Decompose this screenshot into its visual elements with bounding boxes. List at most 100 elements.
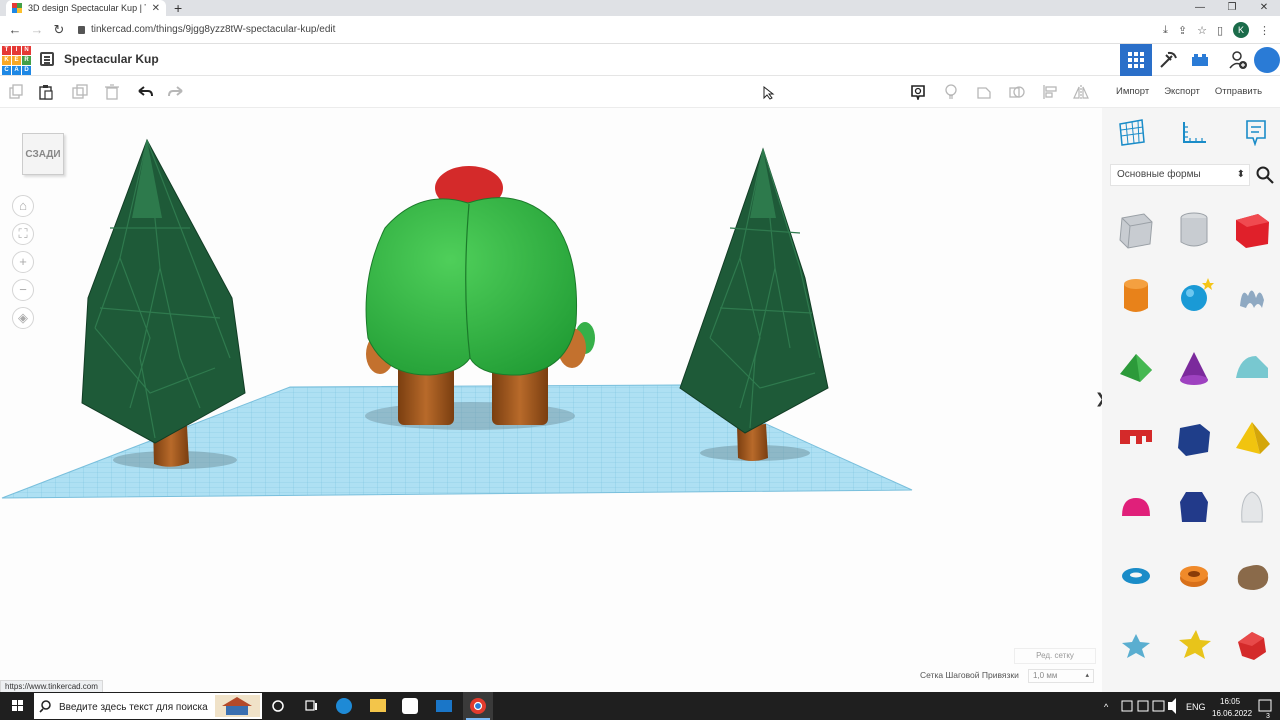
snap-grid-select[interactable]: 1,0 мм (1028, 669, 1094, 683)
add-user-icon[interactable] (1228, 50, 1248, 70)
shape-star-gold[interactable] (1174, 626, 1214, 666)
shape-rock[interactable] (1232, 556, 1272, 596)
screen: 3D design Spectacular Kup | Tinkercad ✕ … (0, 0, 1280, 720)
design-list-icon[interactable] (40, 52, 54, 66)
blocks-view-button[interactable] (1152, 44, 1184, 76)
mail-icon[interactable] (436, 700, 452, 712)
shape-torus[interactable] (1116, 556, 1156, 596)
tinkercad-header: T I N K E R C A D Spectacular Kup (0, 44, 1280, 76)
window-controls: — ❐ ✕ (1184, 0, 1280, 16)
ruler-icon[interactable] (1180, 118, 1208, 146)
ungroup-icon[interactable] (1009, 84, 1025, 100)
redo-icon[interactable] (168, 84, 184, 100)
logo-letter: C (2, 66, 11, 75)
forward-icon[interactable]: → (26, 22, 48, 37)
notification-count: 3 (1266, 713, 1270, 720)
undo-icon[interactable] (137, 84, 153, 100)
pickaxe-icon (1160, 51, 1177, 68)
edit-toolbar (0, 76, 1102, 108)
copy-icon[interactable] (8, 84, 24, 100)
group-icon[interactable] (976, 84, 992, 100)
align-icon[interactable] (1042, 84, 1058, 100)
tray-language[interactable]: ENG (1186, 702, 1206, 712)
sidepanel-icon[interactable]: ▯ (1217, 24, 1223, 37)
lock-icon (78, 25, 85, 34)
shape-pyramid[interactable] (1232, 418, 1272, 458)
shape-box-hole[interactable] (1116, 210, 1156, 250)
new-tab-icon[interactable]: + (174, 0, 182, 16)
shape-icosahedron[interactable] (1232, 626, 1272, 666)
sidebar-tools (1102, 108, 1280, 158)
tray-date[interactable]: 16.06.2022 (1212, 709, 1253, 718)
store-icon[interactable] (402, 698, 418, 714)
url-field[interactable]: tinkercad.com/things/9jgg8yzz8tW-spectac… (78, 24, 335, 35)
taskbar-search-placeholder: Введите здесь текст для поиска (59, 702, 208, 713)
maximize-icon[interactable]: ❐ (1216, 0, 1248, 16)
shape-box[interactable] (1232, 210, 1272, 250)
notes-icon[interactable] (910, 84, 926, 100)
notes-tool-icon[interactable] (1242, 118, 1270, 146)
shape-round-roof[interactable] (1232, 348, 1272, 388)
browser-menu-icon[interactable]: ⋮ (1259, 24, 1270, 37)
workplane-icon[interactable] (1118, 118, 1146, 146)
workplane-viewport[interactable]: СЗАДИ ⌂ ⛶ + − ◈ ❯ Ред. сетку Сетка Шагов… (0, 108, 1107, 694)
shape-cylinder[interactable] (1116, 276, 1156, 316)
search-icon[interactable] (1256, 166, 1274, 184)
logo-letter: D (22, 66, 31, 75)
shape-polygon[interactable] (1174, 488, 1214, 528)
shape-scribble[interactable] (1232, 276, 1272, 316)
back-icon[interactable]: ← (4, 22, 26, 37)
3d-design-view-button[interactable] (1120, 44, 1152, 76)
delete-icon[interactable] (104, 84, 120, 100)
mirror-icon[interactable] (1073, 84, 1089, 100)
edge-icon[interactable] (336, 698, 352, 714)
shape-cube-dark[interactable] (1174, 418, 1214, 458)
mouse-cursor-icon (763, 86, 775, 100)
shape-cone[interactable] (1174, 348, 1214, 388)
reload-icon[interactable]: ↻ (48, 22, 70, 38)
taskbar: Введите здесь текст для поиска ^ ENG 16:… (0, 692, 1280, 720)
shape-text[interactable] (1116, 418, 1156, 458)
tab-close-icon[interactable]: ✕ (152, 3, 160, 14)
minimize-icon[interactable]: — (1184, 0, 1216, 16)
bookmark-star-icon[interactable]: ☆ (1197, 24, 1207, 37)
import-button[interactable]: Импорт (1116, 86, 1149, 97)
shape-star[interactable] (1116, 626, 1156, 666)
tinkercad-favicon-icon (12, 3, 22, 13)
window-close-icon[interactable]: ✕ (1248, 0, 1280, 16)
shape-paraboloid[interactable] (1232, 488, 1272, 528)
snap-grid-label: Сетка Шаговой Привязки (920, 670, 1019, 680)
shape-category-select[interactable]: Основные формы (1110, 164, 1250, 186)
user-avatar[interactable] (1254, 47, 1280, 73)
brick-icon (1192, 54, 1208, 66)
logo-letter: K (2, 56, 11, 65)
shape-half-sphere[interactable] (1116, 488, 1156, 528)
send-button[interactable]: Отправить (1215, 86, 1262, 97)
tinkercad-logo[interactable]: T I N K E R C A D (2, 46, 31, 75)
browser-addressbar: ← → ↻ tinkercad.com/things/9jgg8yzz8tW-s… (0, 16, 1280, 44)
design-title[interactable]: Spectacular Kup (64, 52, 159, 66)
shape-sphere[interactable] (1174, 276, 1214, 316)
browser-actions: ⤓ ⇪ ☆ ▯ K ⋮ (1163, 16, 1280, 44)
browser-tab[interactable]: 3D design Spectacular Kup | Tinkercad ✕ (6, 0, 166, 16)
light-bulb-icon[interactable] (943, 84, 959, 100)
shapes-panel: Основные формы (1102, 108, 1280, 692)
logo-letter: I (12, 46, 21, 55)
logo-letter: R (22, 56, 31, 65)
duplicate-icon[interactable] (72, 84, 88, 100)
edit-grid-button[interactable]: Ред. сетку (1014, 648, 1096, 664)
bricks-view-button[interactable] (1184, 44, 1216, 76)
url-text: tinkercad.com/things/9jgg8yzz8tW-spectac… (91, 24, 336, 35)
share-icon[interactable]: ⇪ (1178, 24, 1187, 37)
shape-cylinder-hole[interactable] (1174, 210, 1214, 250)
paste-icon[interactable] (38, 84, 54, 100)
profile-avatar[interactable]: K (1233, 22, 1249, 38)
install-icon[interactable]: ⤓ (1163, 24, 1168, 37)
shape-roof[interactable] (1116, 348, 1156, 388)
logo-letter: T (2, 46, 11, 55)
shape-tube[interactable] (1174, 556, 1214, 596)
export-button[interactable]: Экспорт (1164, 86, 1200, 97)
tray-time[interactable]: 16:05 (1220, 697, 1241, 706)
logo-letter: E (12, 56, 21, 65)
explorer-icon[interactable] (370, 699, 386, 712)
